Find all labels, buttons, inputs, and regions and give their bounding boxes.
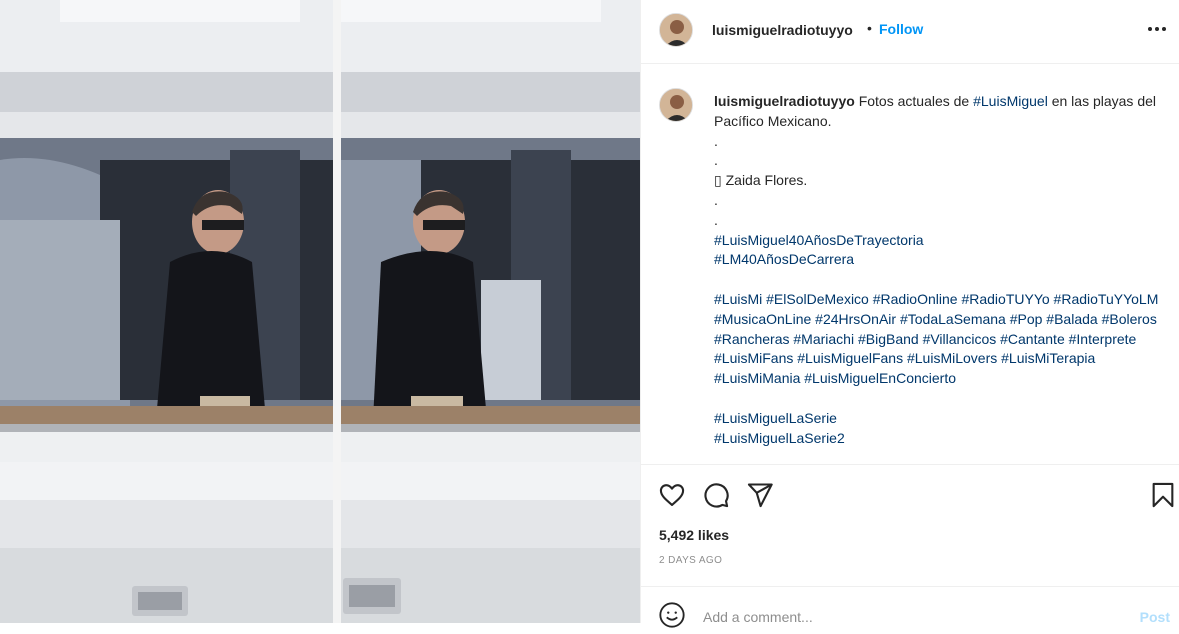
likes-count[interactable]: 5,492 likes bbox=[659, 527, 729, 543]
separator-dot: • bbox=[867, 20, 872, 36]
hashtag-block[interactable]: #LuisMiguelLaSerie #LuisMiguelLaSerie2 bbox=[714, 410, 845, 446]
heart-icon[interactable] bbox=[658, 481, 686, 509]
caption-avatar[interactable] bbox=[659, 88, 693, 122]
comment-bar: Add a comment... Post bbox=[641, 586, 1179, 628]
post-photo[interactable] bbox=[0, 0, 640, 623]
caption-dots: . . bbox=[714, 132, 718, 169]
post-header: luismiguelradiotuyyo • Follow bbox=[641, 0, 1179, 64]
caption-username[interactable]: luismiguelradiotuyyo bbox=[714, 93, 855, 109]
caption-line1-pre: Fotos actuales de bbox=[858, 93, 974, 109]
hashtag-block[interactable]: #LuisMiguel40AñosDeTrayectoria #LM40Años… bbox=[714, 232, 924, 268]
comment-icon[interactable] bbox=[702, 481, 730, 509]
caption-credit: Zaida Flores. bbox=[721, 172, 808, 189]
caption-dots: . . bbox=[714, 191, 718, 228]
photo-panel-right bbox=[341, 0, 640, 623]
avatar[interactable] bbox=[659, 13, 693, 47]
share-icon[interactable] bbox=[746, 481, 774, 509]
hashtag-link[interactable]: #LuisMiguel bbox=[973, 93, 1048, 109]
follow-button[interactable]: Follow bbox=[879, 21, 923, 37]
caption-text: luismiguelradiotuyyo Fotos actuales de #… bbox=[714, 92, 1169, 448]
photo-divider bbox=[333, 0, 341, 623]
more-options-icon[interactable] bbox=[1144, 16, 1170, 42]
hashtag-block[interactable]: #LuisMi #ElSolDeMexico #RadioOnline #Rad… bbox=[714, 291, 1162, 386]
photo-panel-left bbox=[0, 0, 333, 623]
emoji-icon[interactable] bbox=[658, 601, 686, 629]
username-link[interactable]: luismiguelradiotuyyo bbox=[712, 22, 853, 38]
action-bar: 5,492 likes 2 DAYS AGO bbox=[641, 464, 1179, 587]
post-caption: luismiguelradiotuyyo Fotos actuales de #… bbox=[641, 64, 1179, 464]
post-timestamp[interactable]: 2 DAYS AGO bbox=[659, 555, 722, 566]
bookmark-icon[interactable] bbox=[1149, 481, 1177, 509]
post-sidebar: luismiguelradiotuyyo • Follow luismiguel… bbox=[640, 0, 1179, 628]
photo-credit-icon: ▯ bbox=[714, 172, 722, 189]
